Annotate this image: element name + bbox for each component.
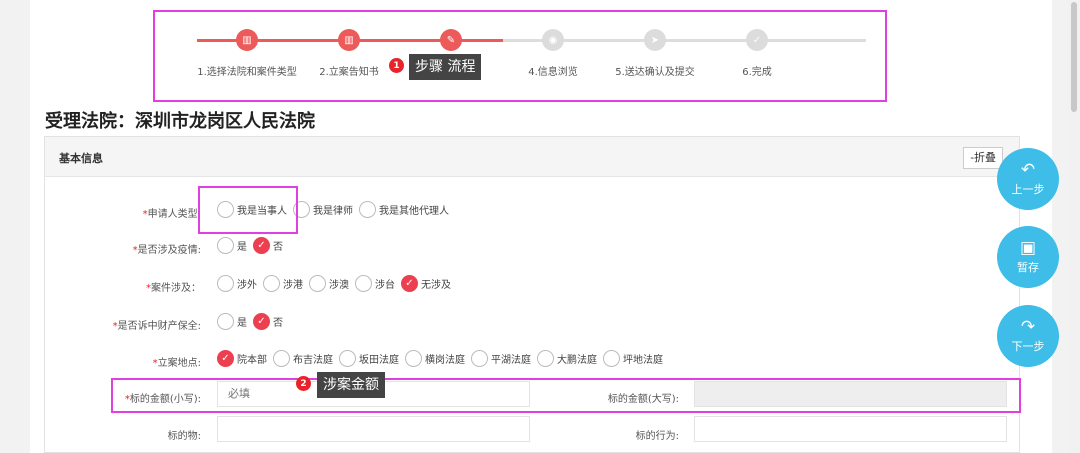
radio-icon[interactable] bbox=[217, 275, 234, 292]
involves-label: *案件涉及： bbox=[146, 283, 201, 294]
preservation-option-1[interactable]: ✓ 否 bbox=[253, 313, 283, 330]
option-label: 布吉法庭 bbox=[293, 355, 333, 366]
scrollbar-thumb[interactable] bbox=[1071, 2, 1077, 112]
option-label: 院本部 bbox=[237, 355, 267, 366]
involves-option-4[interactable]: ✓ 无涉及 bbox=[401, 275, 451, 292]
option-label: 是 bbox=[237, 242, 247, 253]
option-label: 涉台 bbox=[375, 280, 395, 291]
involves-option-2[interactable]: 涉澳 bbox=[309, 275, 349, 292]
save-draft-label: 暂存 bbox=[1017, 261, 1039, 274]
collapse-button[interactable]: -折叠 bbox=[963, 147, 1003, 169]
radio-checked-icon[interactable]: ✓ bbox=[253, 313, 270, 330]
location-label: *立案地点: bbox=[152, 358, 201, 369]
amount-small-label: *标的金额(小写): bbox=[124, 394, 201, 405]
involves-option-1[interactable]: 涉港 bbox=[263, 275, 303, 292]
applicant-type-highlight bbox=[198, 186, 298, 234]
act-label: 标的行为: bbox=[635, 431, 679, 442]
location-option-3[interactable]: 横岗法庭 bbox=[405, 350, 465, 367]
option-label: 坂田法庭 bbox=[359, 355, 399, 366]
involves-option-3[interactable]: 涉台 bbox=[355, 275, 395, 292]
radio-icon[interactable] bbox=[309, 275, 326, 292]
radio-icon[interactable] bbox=[263, 275, 280, 292]
location-options: ✓ 院本部 布吉法庭 坂田法庭 横岗法庭 平湖法庭 大鹏法庭 坪地法庭 bbox=[217, 350, 669, 367]
amount-big-label: 标的金额(大写): bbox=[607, 394, 679, 405]
panel-header: 基本信息 -折叠 bbox=[45, 137, 1019, 177]
epidemic-option-0[interactable]: 是 bbox=[217, 237, 247, 254]
option-label: 涉澳 bbox=[329, 280, 349, 291]
option-label: 否 bbox=[273, 318, 283, 329]
option-label: 坪地法庭 bbox=[623, 355, 663, 366]
act-input[interactable] bbox=[694, 416, 1007, 442]
radio-icon[interactable] bbox=[603, 350, 620, 367]
amount-badge: 2 bbox=[296, 376, 311, 391]
next-step-button[interactable]: ↷ 下一步 bbox=[997, 305, 1059, 367]
preservation-options: 是 ✓ 否 bbox=[217, 313, 289, 330]
radio-icon[interactable] bbox=[217, 237, 234, 254]
radio-checked-icon[interactable]: ✓ bbox=[401, 275, 418, 292]
save-draft-button[interactable]: ▣ 暂存 bbox=[997, 226, 1059, 288]
option-label: 我是其他代理人 bbox=[379, 206, 449, 217]
option-label: 涉港 bbox=[283, 280, 303, 291]
next-step-label: 下一步 bbox=[1011, 340, 1045, 353]
involves-option-0[interactable]: 涉外 bbox=[217, 275, 257, 292]
radio-checked-icon[interactable]: ✓ bbox=[253, 237, 270, 254]
preservation-option-0[interactable]: 是 bbox=[217, 313, 247, 330]
option-label: 大鹏法庭 bbox=[557, 355, 597, 366]
option-label: 平湖法庭 bbox=[491, 355, 531, 366]
prev-step-button[interactable]: ↶ 上一步 bbox=[997, 148, 1059, 210]
option-label: 无涉及 bbox=[421, 280, 451, 291]
option-label: 是 bbox=[237, 318, 247, 329]
epidemic-option-1[interactable]: ✓ 否 bbox=[253, 237, 283, 254]
subject-label: 标的物: bbox=[167, 431, 201, 442]
steps-tooltip: 步骤 流程 bbox=[409, 54, 482, 80]
panel-title: 基本信息 bbox=[59, 152, 103, 165]
applicant-type-option-2[interactable]: 我是其他代理人 bbox=[359, 201, 449, 218]
epidemic-options: 是 ✓ 否 bbox=[217, 237, 289, 254]
preservation-label: *是否诉中财产保全: bbox=[112, 321, 201, 332]
epidemic-label: *是否涉及疫情: bbox=[132, 245, 201, 256]
page-title: 受理法院：深圳市龙岗区人民法院 bbox=[45, 111, 315, 132]
involves-options: 涉外 涉港 涉澳 涉台 ✓ 无涉及 bbox=[217, 275, 457, 292]
subject-input[interactable] bbox=[217, 416, 530, 442]
radio-icon[interactable] bbox=[273, 350, 290, 367]
save-icon: ▣ bbox=[1019, 238, 1037, 258]
radio-icon[interactable] bbox=[217, 313, 234, 330]
option-label: 横岗法庭 bbox=[425, 355, 465, 366]
option-label: 涉外 bbox=[237, 280, 257, 291]
scrollbar[interactable] bbox=[1068, 0, 1080, 453]
option-label: 否 bbox=[273, 242, 283, 253]
option-label: 我是律师 bbox=[313, 206, 353, 217]
steps-highlight-box bbox=[153, 10, 887, 102]
location-option-6[interactable]: 坪地法庭 bbox=[603, 350, 663, 367]
amount-tooltip: 涉案金额 bbox=[317, 372, 385, 398]
location-option-0[interactable]: ✓ 院本部 bbox=[217, 350, 267, 367]
location-option-4[interactable]: 平湖法庭 bbox=[471, 350, 531, 367]
radio-icon[interactable] bbox=[339, 350, 356, 367]
redo-icon: ↷ bbox=[1020, 317, 1036, 337]
radio-icon[interactable] bbox=[355, 275, 372, 292]
radio-icon[interactable] bbox=[359, 201, 376, 218]
radio-icon[interactable] bbox=[471, 350, 488, 367]
amount-big-field bbox=[694, 381, 1007, 407]
radio-icon[interactable] bbox=[537, 350, 554, 367]
applicant-type-label: *申请人类型: bbox=[142, 209, 201, 220]
undo-icon: ↶ bbox=[1020, 160, 1036, 180]
location-option-2[interactable]: 坂田法庭 bbox=[339, 350, 399, 367]
prev-step-label: 上一步 bbox=[1011, 183, 1045, 196]
location-option-1[interactable]: 布吉法庭 bbox=[273, 350, 333, 367]
radio-icon[interactable] bbox=[405, 350, 422, 367]
applicant-type-option-1[interactable]: 我是律师 bbox=[293, 201, 353, 218]
basic-info-panel: 基本信息 -折叠 *申请人类型: 我是当事人 我是律师 我是其他代理人 *是否涉及疫情:… bbox=[44, 136, 1021, 453]
radio-checked-icon[interactable]: ✓ bbox=[217, 350, 234, 367]
location-option-5[interactable]: 大鹏法庭 bbox=[537, 350, 597, 367]
steps-badge: 1 bbox=[389, 58, 404, 73]
